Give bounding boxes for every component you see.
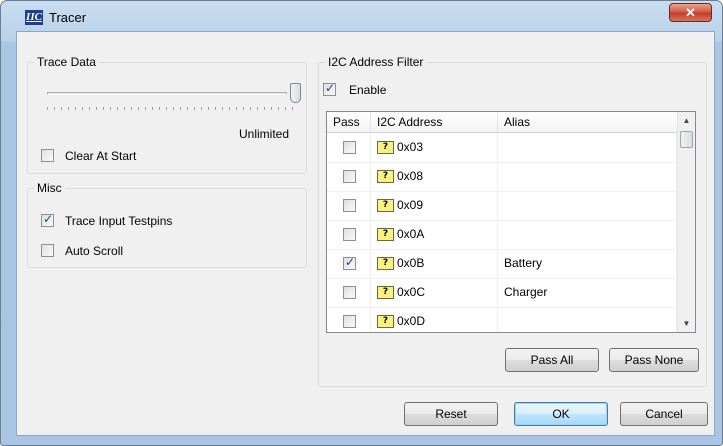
alias-cell[interactable] [498, 162, 677, 191]
address-text: 0x0B [397, 256, 425, 270]
tracer-window: IIC Tracer ✕ Trace Data Unlimited Clear … [0, 0, 723, 446]
auto-scroll-checkbox[interactable] [41, 244, 54, 257]
slider-value-label: Unlimited [239, 127, 290, 141]
i2c-filter-group-title: I2C Address Filter [325, 55, 427, 69]
table-row[interactable]: ? 0x0A [327, 220, 677, 250]
alias-cell[interactable] [498, 191, 677, 220]
pass-cell [327, 191, 371, 220]
title-bar[interactable]: IIC Tracer ✕ [1, 1, 722, 29]
trace-data-group-title: Trace Data [34, 55, 99, 69]
pass-checkbox[interactable] [343, 255, 356, 270]
reset-button[interactable]: Reset [404, 402, 498, 426]
trace-size-slider-thumb[interactable] [290, 83, 301, 103]
table-row[interactable]: ? 0x0C Charger [327, 278, 677, 308]
table-row[interactable]: ? 0x0D [327, 307, 677, 332]
alias-cell[interactable] [498, 133, 677, 162]
pass-cell [327, 278, 371, 307]
pass-checkbox[interactable] [343, 315, 356, 328]
address-cell: ? 0x0D [371, 307, 498, 332]
alias-cell[interactable]: Battery [498, 249, 677, 278]
address-text: 0x03 [397, 140, 424, 154]
address-cell: ? 0x0B [371, 249, 498, 278]
pass-checkbox[interactable] [343, 141, 356, 154]
pass-checkbox[interactable] [343, 170, 356, 183]
column-header-alias[interactable]: Alias [498, 112, 677, 132]
pass-none-button[interactable]: Pass None [609, 348, 699, 372]
enable-filter-label[interactable]: Enable [349, 83, 386, 97]
unknown-device-icon: ? [377, 257, 394, 270]
address-cell: ? 0x09 [371, 191, 498, 220]
trace-input-testpins-checkbox[interactable] [41, 212, 54, 227]
pass-all-button[interactable]: Pass All [505, 348, 599, 372]
clear-at-start-checkbox[interactable] [41, 149, 54, 162]
app-logo-icon: IIC [25, 10, 43, 25]
unknown-device-icon: ? [377, 170, 394, 183]
scroll-thumb[interactable] [680, 131, 693, 148]
i2c-address-table[interactable]: Pass I2C Address Alias ? 0x03? 0x08? 0x09? 0… [326, 111, 696, 333]
address-text: 0x08 [397, 169, 424, 183]
address-cell: ? 0x03 [371, 133, 498, 162]
alias-cell[interactable] [498, 307, 677, 332]
unknown-device-icon: ? [377, 199, 394, 212]
pass-cell [327, 249, 371, 278]
column-header-pass[interactable]: Pass [327, 112, 371, 132]
trace-input-testpins-label[interactable]: Trace Input Testpins [65, 214, 172, 228]
address-text: 0x0C [397, 285, 426, 299]
column-header-address[interactable]: I2C Address [371, 112, 498, 132]
enable-filter-checkbox[interactable] [323, 81, 336, 96]
unknown-device-icon: ? [377, 286, 394, 299]
window-title: Tracer [49, 10, 87, 25]
pass-cell [327, 307, 371, 332]
address-cell: ? 0x0C [371, 278, 498, 307]
table-row[interactable]: ?0x0BBattery [327, 249, 677, 279]
pass-checkbox[interactable] [343, 199, 356, 212]
address-text: 0x0D [397, 314, 426, 328]
pass-checkbox[interactable] [343, 228, 356, 241]
table-vertical-scrollbar[interactable]: ▲ ▼ [677, 112, 695, 332]
unknown-device-icon: ? [377, 228, 394, 241]
alias-cell[interactable] [498, 220, 677, 249]
auto-scroll-label[interactable]: Auto Scroll [65, 244, 123, 258]
unknown-device-icon: ? [377, 315, 394, 328]
pass-cell [327, 220, 371, 249]
clear-at-start-label[interactable]: Clear At Start [65, 149, 136, 163]
pass-checkbox[interactable] [343, 286, 356, 299]
trace-size-slider-track[interactable] [47, 92, 287, 95]
misc-group-title: Misc [34, 181, 65, 195]
table-row[interactable]: ? 0x09 [327, 191, 677, 221]
scroll-up-arrow-icon[interactable]: ▲ [678, 112, 695, 129]
table-row[interactable]: ? 0x03 [327, 133, 677, 163]
address-text: 0x09 [397, 198, 424, 212]
table-row[interactable]: ? 0x08 [327, 162, 677, 192]
pass-cell [327, 162, 371, 191]
ok-button[interactable]: OK [514, 402, 608, 426]
slider-ticks [47, 107, 297, 110]
dialog-client-area: Trace Data Unlimited Clear At Start Misc… [16, 31, 715, 436]
address-text: 0x0A [397, 227, 425, 241]
address-cell: ? 0x08 [371, 162, 498, 191]
unknown-device-icon: ? [377, 141, 394, 154]
close-button[interactable]: ✕ [669, 3, 712, 22]
pass-cell [327, 133, 371, 162]
scroll-down-arrow-icon[interactable]: ▼ [678, 315, 695, 332]
address-cell: ? 0x0A [371, 220, 498, 249]
cancel-button[interactable]: Cancel [620, 402, 708, 426]
table-header: Pass I2C Address Alias [327, 112, 677, 133]
alias-cell[interactable]: Charger [498, 278, 677, 307]
